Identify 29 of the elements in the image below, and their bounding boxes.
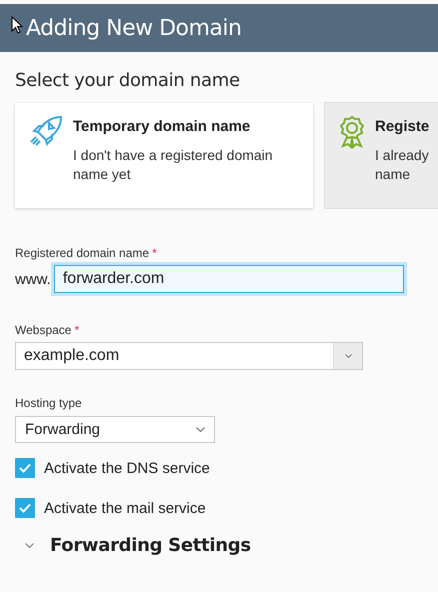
domain-name-input[interactable]: forwarder.com xyxy=(54,265,404,293)
domain-option-card[interactable]: Temporary domain name I don't have a registered domain name yet xyxy=(15,103,313,208)
field-label: Hosting type xyxy=(15,396,82,410)
webspace-select[interactable]: example.com xyxy=(15,342,363,370)
award-ribbon-icon xyxy=(339,115,365,149)
option-description: I already name xyxy=(375,146,430,184)
option-description: I don't have a registered domain name yet xyxy=(73,146,273,184)
checkbox-label: Activate the DNS service xyxy=(44,460,210,476)
chevron-down-icon[interactable] xyxy=(25,543,34,548)
chevron-down-icon xyxy=(196,427,205,432)
field-label: Webspace xyxy=(15,323,72,337)
required-asterisk: * xyxy=(152,246,157,260)
hosting-type-select[interactable]: Forwarding xyxy=(15,416,215,443)
page-title: Adding New Domain xyxy=(26,16,242,40)
required-asterisk: * xyxy=(74,323,80,337)
checkbox-label: Activate the mail service xyxy=(44,500,206,516)
field-label: Registered domain name xyxy=(15,246,150,260)
checkmark-icon xyxy=(19,463,31,473)
domain-option-card[interactable]: Registe I already name xyxy=(325,103,438,208)
option-title: Temporary domain name xyxy=(73,118,252,135)
section-title: Select your domain name xyxy=(15,70,241,91)
chevron-down-icon xyxy=(344,354,352,358)
www-prefix: www. xyxy=(15,270,51,288)
mouse-cursor-icon xyxy=(11,16,23,34)
checkbox[interactable] xyxy=(15,498,35,518)
checkbox[interactable] xyxy=(15,458,35,478)
section-heading[interactable]: Forwarding Settings xyxy=(50,535,251,556)
checkmark-icon xyxy=(19,503,31,513)
option-title: Registe xyxy=(375,118,430,135)
